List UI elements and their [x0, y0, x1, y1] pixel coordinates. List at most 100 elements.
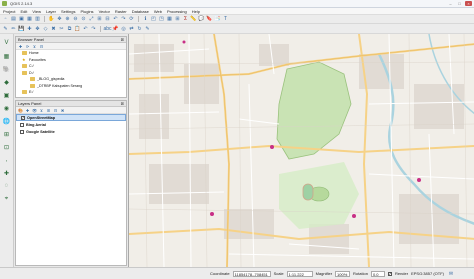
move-feature-icon[interactable]: ✥ [34, 25, 41, 32]
add-vector-layer-icon[interactable]: V [2, 38, 12, 48]
select-features-icon[interactable]: ◰ [150, 16, 157, 23]
refresh-icon[interactable]: ⟳ [128, 16, 135, 23]
print-composer-icon[interactable]: ▥ [34, 16, 41, 23]
crs-status-button[interactable]: EPSG:3857 (OTF) [411, 271, 444, 276]
new-gpx-layer-icon[interactable]: ⌖ [2, 194, 12, 204]
expand-all-icon[interactable]: ⊞ [46, 108, 51, 113]
menu-project[interactable]: Project [3, 9, 15, 14]
label-icon[interactable]: abc [103, 25, 111, 32]
rotate-label-icon[interactable]: ↻ [136, 25, 143, 32]
zoom-full-icon[interactable]: ⤢ [88, 16, 95, 23]
layer-row-openstreetmap[interactable]: OpenStreetMap [16, 114, 126, 121]
menu-plugins[interactable]: Plugins [80, 9, 93, 14]
new-project-icon[interactable]: ▫ [2, 16, 9, 23]
layer-styling-icon[interactable]: 🎨 [18, 108, 23, 113]
menu-layer[interactable]: Layer [46, 9, 56, 14]
cut-features-icon[interactable]: ✂ [58, 25, 65, 32]
menu-help[interactable]: Help [192, 9, 200, 14]
change-label-icon[interactable]: ✎ [144, 25, 151, 32]
zoom-native-icon[interactable]: ⊙ [80, 16, 87, 23]
zoom-selection-icon[interactable]: ⊟ [104, 16, 111, 23]
node-tool-icon[interactable]: ◇ [42, 25, 49, 32]
move-label-icon[interactable]: ⇄ [128, 25, 135, 32]
new-shapefile-icon[interactable]: ✚ [2, 168, 12, 178]
add-group-icon[interactable]: ✚ [25, 108, 30, 113]
statistics-icon[interactable]: Σ [182, 16, 189, 23]
show-bookmarks-icon[interactable]: 📑 [214, 16, 221, 23]
menu-raster[interactable]: Raster [115, 9, 127, 14]
map-tips-icon[interactable]: 💬 [198, 16, 205, 23]
filter-legend-icon[interactable]: ⊻ [39, 108, 44, 113]
show-labels-icon[interactable]: ◎ [120, 25, 127, 32]
render-checkbox[interactable] [387, 271, 392, 276]
add-raster-layer-icon[interactable]: ▦ [2, 51, 12, 61]
menu-processing[interactable]: Processing [167, 9, 187, 14]
add-spatialite-layer-icon[interactable]: ◆ [2, 77, 12, 87]
manage-visibility-icon[interactable]: 👁 [32, 108, 37, 113]
delete-selected-icon[interactable]: ✖ [50, 25, 57, 32]
menu-web[interactable]: Web [154, 9, 162, 14]
add-feature-icon[interactable]: ✚ [26, 25, 33, 32]
zoom-last-icon[interactable]: ↶ [112, 16, 119, 23]
identify-icon[interactable]: ℹ [142, 16, 149, 23]
scale-field[interactable]: 1:11,222 [286, 270, 313, 277]
redo-icon[interactable]: ↷ [90, 25, 97, 32]
panel-close-icon[interactable]: ⊠ [121, 37, 124, 42]
remove-layer-icon[interactable]: ✖ [60, 108, 65, 113]
pan-icon[interactable]: ✋ [48, 16, 55, 23]
add-oracle-layer-icon[interactable]: ◉ [2, 103, 12, 113]
menu-settings[interactable]: Settings [61, 9, 75, 14]
panel-close-icon[interactable]: ⊠ [121, 101, 124, 106]
coordinate-field[interactable]: 11854178,-708451 [232, 270, 271, 277]
add-delimited-text-icon[interactable]: , [2, 155, 12, 165]
zoom-in-icon[interactable]: ⊕ [64, 16, 71, 23]
zoom-next-icon[interactable]: ↷ [120, 16, 127, 23]
measure-icon[interactable]: 📏 [190, 16, 197, 23]
filter-icon[interactable]: ⊻ [32, 44, 37, 49]
rotation-field[interactable]: 0.0 [370, 270, 385, 277]
add-mssql-layer-icon[interactable]: ▣ [2, 90, 12, 100]
add-selected-layers-icon[interactable]: ✚ [18, 44, 23, 49]
pan-to-selection-icon[interactable]: ✥ [56, 16, 63, 23]
field-calculator-icon[interactable]: ⊞ [174, 16, 181, 23]
magnifier-field[interactable]: 100% [335, 270, 351, 277]
save-edits-icon[interactable]: 💾 [18, 25, 25, 32]
new-bookmark-icon[interactable]: 🔖 [206, 16, 213, 23]
maximize-button[interactable]: □ [456, 1, 463, 6]
menu-database[interactable]: Database [132, 9, 149, 14]
layer-row-google-satellite[interactable]: Google Satellite [16, 128, 126, 135]
copy-features-icon[interactable]: ⧉ [66, 25, 73, 32]
add-wfs-layer-icon[interactable]: ⊡ [2, 142, 12, 152]
layer-visibility-checkbox[interactable] [21, 115, 25, 120]
paste-features-icon[interactable]: 📋 [74, 25, 81, 32]
add-wms-layer-icon[interactable]: 🌐 [2, 116, 12, 126]
open-project-icon[interactable]: ▤ [10, 16, 17, 23]
toggle-editing-icon[interactable]: ✏ [10, 25, 17, 32]
add-postgis-layer-icon[interactable]: 🐘 [2, 64, 12, 74]
zoom-layer-icon[interactable]: ⊞ [96, 16, 103, 23]
messages-icon[interactable]: ✉ [447, 271, 455, 277]
map-canvas[interactable] [128, 34, 474, 267]
layer-row-bing-aerial[interactable]: Bing Aerial [16, 121, 126, 128]
new-temporary-layer-icon[interactable]: ◌ [2, 181, 12, 191]
layer-visibility-checkbox[interactable] [20, 122, 24, 127]
refresh-icon[interactable]: ⟳ [25, 44, 30, 49]
menu-edit[interactable]: Edit [20, 9, 27, 14]
pin-labels-icon[interactable]: 📌 [112, 25, 119, 32]
layer-visibility-checkbox[interactable] [20, 129, 24, 134]
menu-view[interactable]: View [32, 9, 41, 14]
save-as-icon[interactable]: ▦ [26, 16, 33, 23]
close-button[interactable]: × [465, 1, 472, 6]
add-wcs-layer-icon[interactable]: ⊞ [2, 129, 12, 139]
undo-icon[interactable]: ↶ [82, 25, 89, 32]
menu-vector[interactable]: Vector [99, 9, 110, 14]
attribute-table-icon[interactable]: ▦ [166, 16, 173, 23]
save-project-icon[interactable]: ▣ [18, 16, 25, 23]
browser-item-drive-e[interactable]: E:/ [16, 89, 126, 96]
collapse-all-icon[interactable]: ⊟ [53, 108, 58, 113]
text-annotation-icon[interactable]: T [222, 16, 229, 23]
digitize-icon[interactable]: ✎ [2, 25, 9, 32]
deselect-icon[interactable]: ◳ [158, 16, 165, 23]
zoom-out-icon[interactable]: ⊖ [72, 16, 79, 23]
minimize-button[interactable]: – [447, 1, 454, 6]
